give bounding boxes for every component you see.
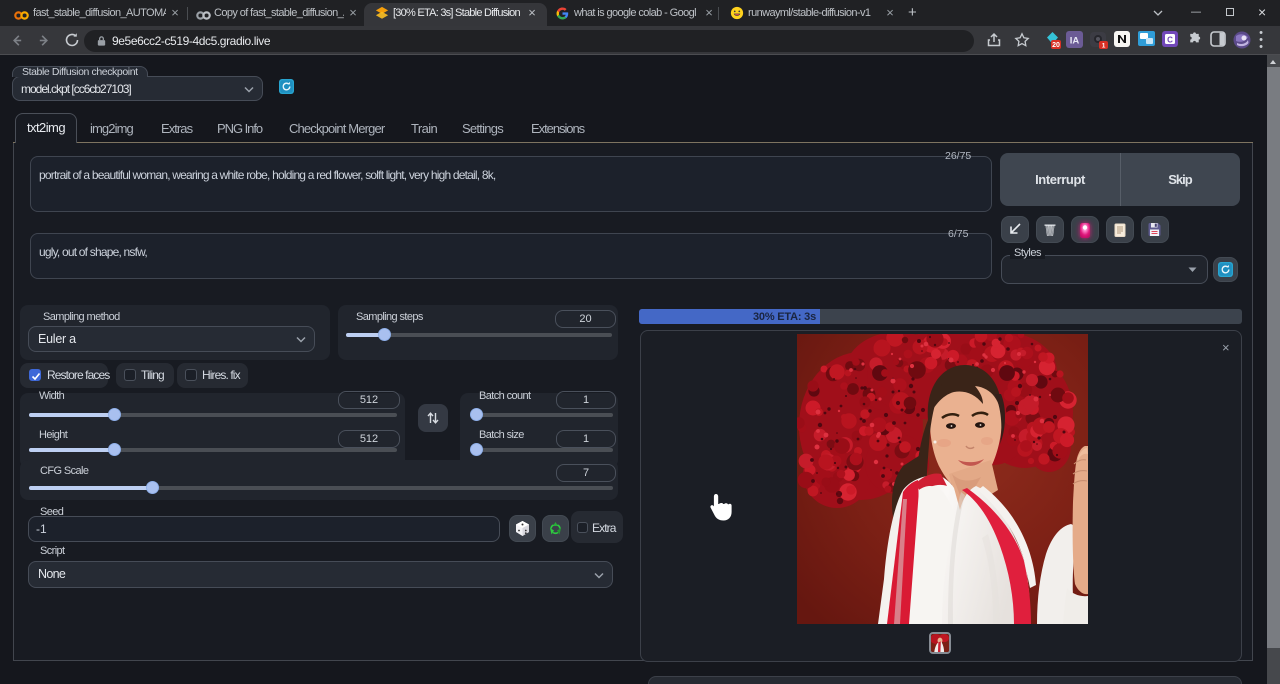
svg-text:C: C — [1167, 36, 1173, 45]
svg-text:1: 1 — [1102, 43, 1106, 50]
svg-text:IA: IA — [1070, 36, 1080, 47]
svg-text:20: 20 — [1052, 42, 1060, 49]
